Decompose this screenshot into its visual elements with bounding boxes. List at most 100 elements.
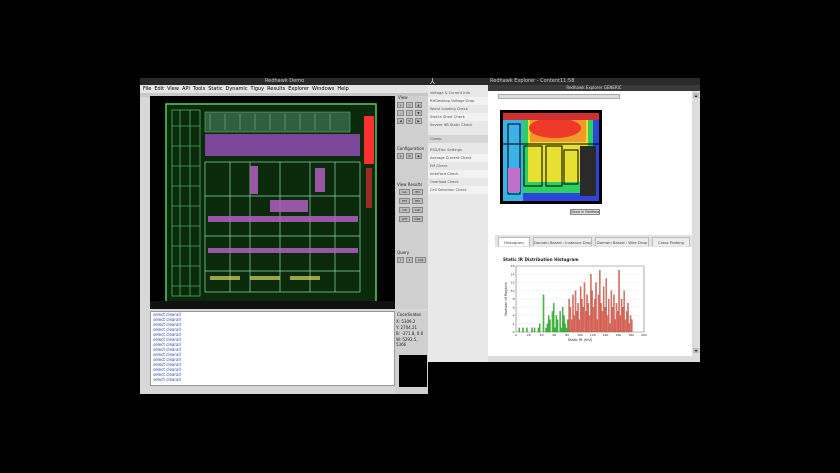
taskbar-item[interactable]: Redhawk Demo xyxy=(265,78,304,85)
tab-histogram[interactable]: Histogram xyxy=(498,237,530,246)
histogram-bar xyxy=(585,311,587,333)
mini-view xyxy=(399,355,427,387)
scroll-up-icon[interactable]: ▴ xyxy=(693,93,699,98)
check-list-item[interactable]: Cell Selection Check xyxy=(428,186,488,194)
check-list-item[interactable]: Interface Check xyxy=(428,170,488,178)
arrow-down-icon[interactable]: ▼ xyxy=(415,110,422,116)
explorer-window: Redhawk Explorer GENERIC Show in RedHawk xyxy=(488,85,700,362)
histogram-bar xyxy=(592,307,595,333)
console-output[interactable]: select clearall select clearall select cle… xyxy=(150,311,395,386)
refresh-icon[interactable]: ↻ xyxy=(406,118,413,124)
check-list-item[interactable]: Clamp xyxy=(428,135,488,143)
layers-icon[interactable]: ≡ xyxy=(397,153,404,159)
check-list-item[interactable]: Worst Loading Check xyxy=(428,105,488,113)
arrow-left-icon[interactable]: ◀ xyxy=(397,118,404,124)
arrow-right-icon[interactable]: ▶ xyxy=(415,118,422,124)
histogram-bar xyxy=(554,327,556,333)
menu-item[interactable]: Tiguy xyxy=(251,86,265,92)
menu-item[interactable]: Static xyxy=(208,86,222,92)
clear-query-button[interactable]: CLR xyxy=(415,257,426,263)
filter-icon[interactable]: ▾ xyxy=(406,257,413,263)
menu-item[interactable]: Windows xyxy=(312,86,334,92)
result-button[interactable]: GSR xyxy=(412,216,423,222)
result-button[interactable]: PD xyxy=(412,189,423,195)
search-icon[interactable]: ⌕ xyxy=(406,110,413,116)
histogram-bar xyxy=(574,290,577,333)
menu-item[interactable]: Dynamic xyxy=(225,86,247,92)
result-button[interactable]: GA xyxy=(399,189,410,195)
x-tick-label: 0 xyxy=(515,333,517,337)
check-list-item[interactable]: ESD/Elec Settings xyxy=(428,146,488,154)
check-list-item[interactable]: EM Check xyxy=(428,162,488,170)
check-list-item[interactable]: Voltage & Current Info xyxy=(428,89,488,97)
tab-wire-drop[interactable]: Domain Based : Wire Drop xyxy=(595,237,649,246)
horizontal-scrollbar[interactable] xyxy=(488,356,700,362)
tab-cross-probing[interactable]: Cross Probing xyxy=(652,237,690,246)
result-button[interactable]: CP xyxy=(399,207,410,213)
histogram-bar xyxy=(553,303,555,333)
menu-item[interactable]: Explorer xyxy=(288,86,309,92)
cursor-icon: ⅄ xyxy=(430,77,435,86)
check-list-item[interactable]: Severe HB Static Check xyxy=(428,121,488,129)
check-list-item[interactable]: Average Current Check xyxy=(428,154,488,162)
control-panel: View + ▢ ▲ − ⌕ ▼ ◀ ↻ ▶ Configuration ≡ ⚙… xyxy=(395,95,428,309)
histogram-bar xyxy=(579,286,582,333)
result-button[interactable]: EM xyxy=(399,198,410,204)
taskbar-item[interactable]: Redhawk Explorer - Content xyxy=(490,78,560,85)
view-results-panel-title: View Results xyxy=(397,182,423,187)
histogram-bar xyxy=(622,307,624,333)
console-line: select clearall xyxy=(153,377,181,382)
menu-item[interactable]: Edit xyxy=(154,86,164,92)
arrow-up-icon[interactable]: ▲ xyxy=(415,102,422,108)
y-tick-label: 4 xyxy=(513,314,515,318)
histogram-bar xyxy=(602,286,605,333)
histogram-bar xyxy=(570,319,573,333)
menu-item[interactable]: View xyxy=(167,86,179,92)
result-button[interactable]: LPH xyxy=(399,216,410,222)
ir-drop-heatmap[interactable] xyxy=(500,110,602,204)
histogram-bar xyxy=(604,307,606,333)
histogram-bar xyxy=(596,319,598,333)
histogram-bar xyxy=(526,327,528,333)
menu-item[interactable]: Tools xyxy=(193,86,205,92)
x-tick-label: 120 xyxy=(590,333,596,337)
histogram-bar xyxy=(565,327,568,333)
histogram-bar xyxy=(555,315,558,333)
histogram-bar xyxy=(582,307,584,333)
menu-item[interactable]: Results xyxy=(267,86,285,92)
histogram-bar xyxy=(560,327,563,333)
result-button[interactable]: CLK xyxy=(412,207,423,213)
settings-icon[interactable]: ⚙ xyxy=(406,153,413,159)
check-list-item[interactable]: Switch Short Check xyxy=(428,113,488,121)
zoom-slider[interactable] xyxy=(498,94,620,99)
histogram-bar xyxy=(562,307,564,333)
show-in-redhawk-button[interactable]: Show in RedHawk xyxy=(570,209,600,215)
result-button[interactable]: EM xyxy=(412,198,423,204)
check-list-item[interactable]: RHDesktop Voltage Drop xyxy=(428,97,488,105)
histogram-bar xyxy=(577,303,579,333)
histogram-bar xyxy=(628,323,630,333)
menu-item[interactable]: API xyxy=(182,86,190,92)
scroll-down-icon[interactable]: ▾ xyxy=(693,348,699,353)
configuration-panel-title: Configuration xyxy=(397,146,425,151)
histogram-bar xyxy=(533,327,536,333)
check-list-item[interactable]: Overload Check xyxy=(428,178,488,186)
chip-layout-canvas[interactable] xyxy=(150,96,395,309)
menu-item[interactable]: File xyxy=(143,86,151,92)
zoom-in-icon[interactable]: + xyxy=(397,102,404,108)
menu-bar: File Edit View API Tools Static Dynamic Tiguy Re… xyxy=(140,85,428,93)
zoom-out-icon[interactable]: − xyxy=(397,110,404,116)
histogram-bar xyxy=(559,311,561,333)
fit-icon[interactable]: ▢ xyxy=(406,102,413,108)
histogram-bar xyxy=(569,307,572,333)
histogram-bar xyxy=(518,327,520,333)
menu-item[interactable]: Help xyxy=(337,86,348,92)
histogram-bar xyxy=(537,327,540,333)
tab-instance-drop[interactable]: Domain Based : Instance Drop xyxy=(533,237,592,246)
query-icon[interactable]: ? xyxy=(397,257,404,263)
histogram-bar xyxy=(546,323,549,333)
palette-icon[interactable]: ◆ xyxy=(415,153,422,159)
histogram-bar xyxy=(572,294,574,333)
x-tick-label: 60 xyxy=(552,333,556,337)
vertical-scrollbar[interactable]: ▴ ▾ xyxy=(692,91,700,356)
